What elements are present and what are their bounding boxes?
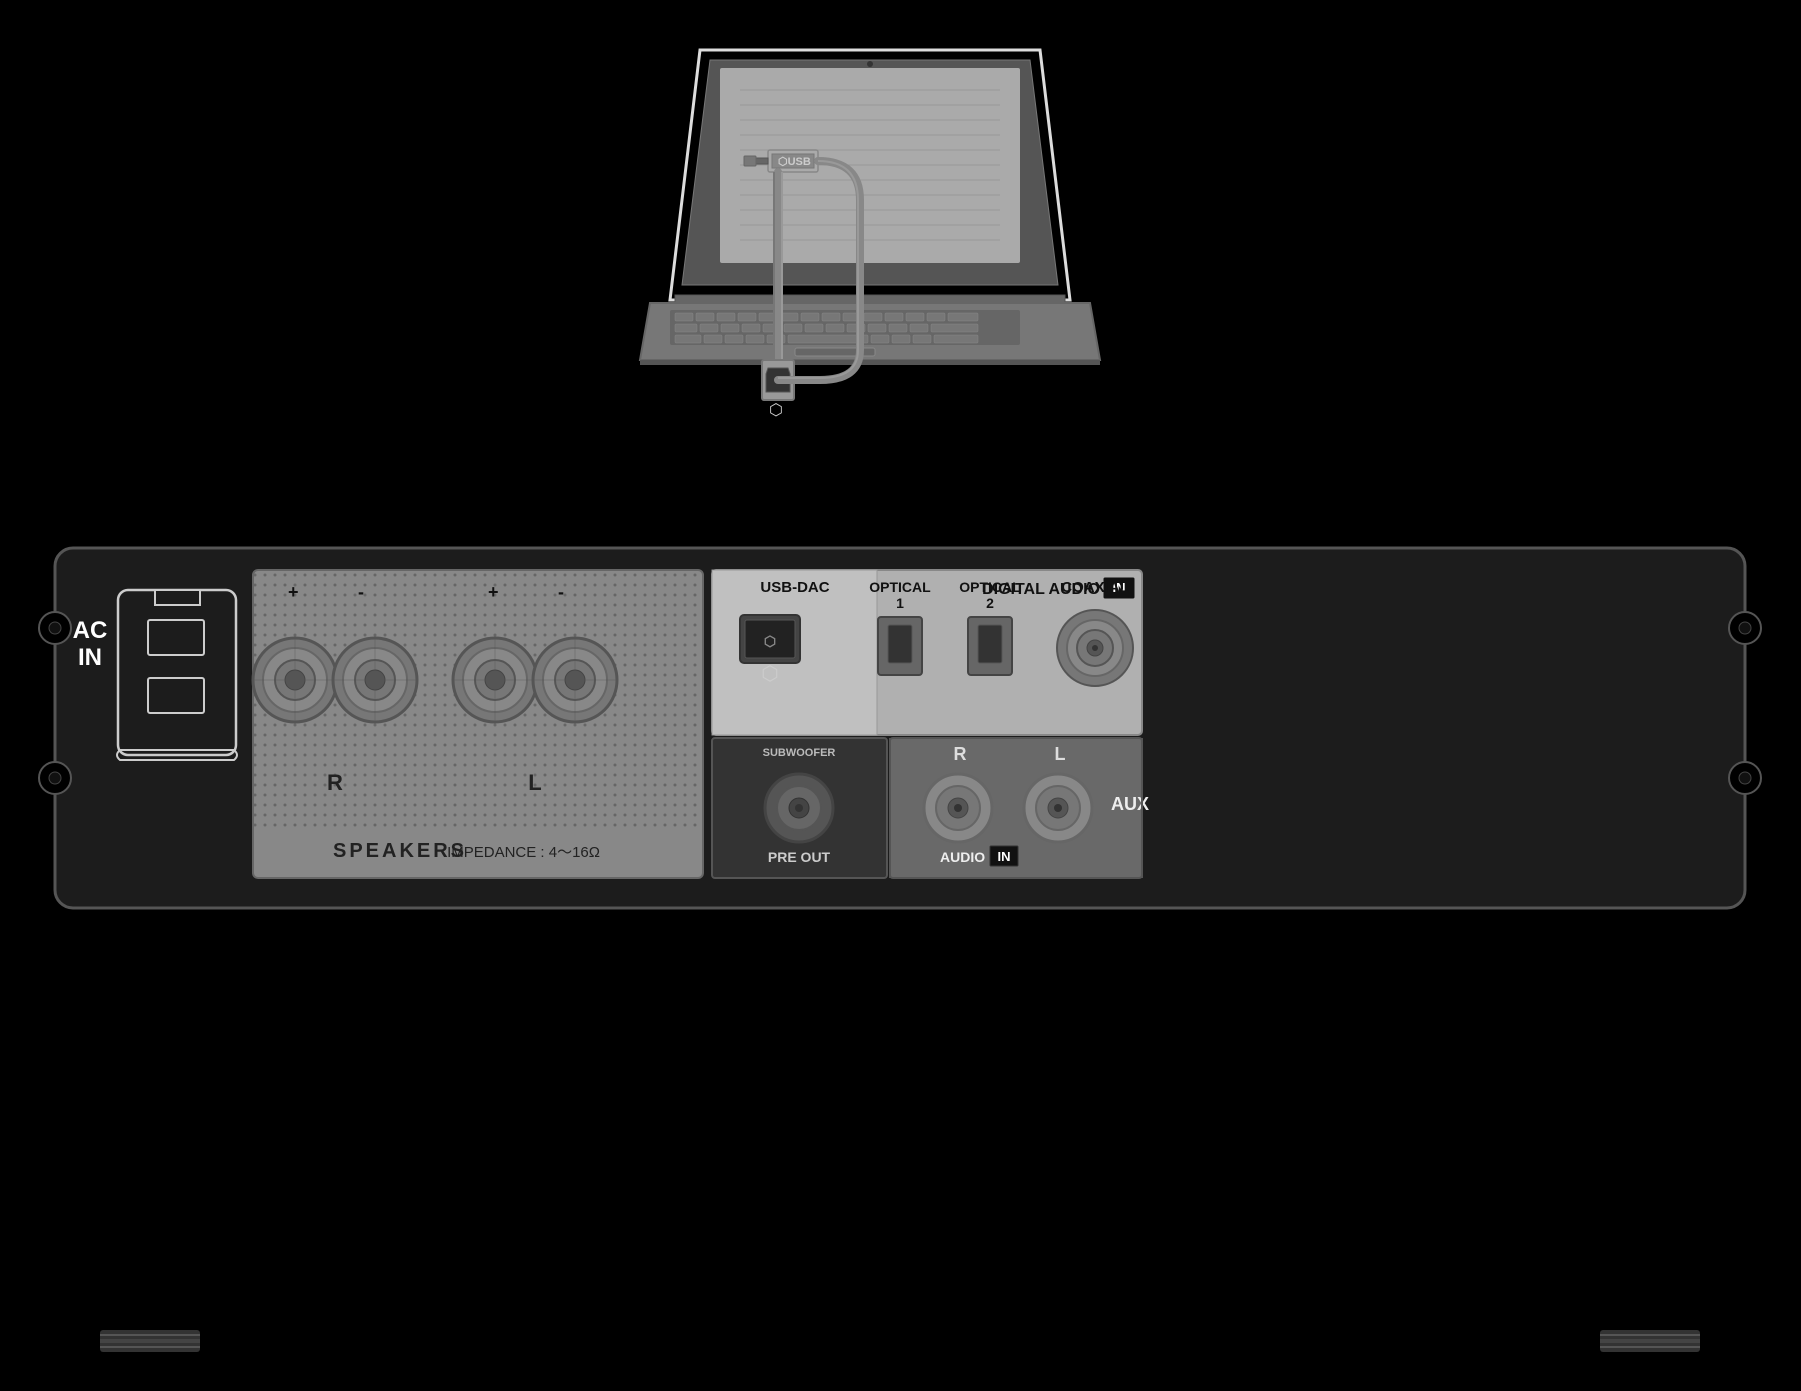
coaxial-label: COAXIAL xyxy=(1061,579,1129,596)
audio-in-badge: IN xyxy=(998,849,1011,864)
speaker-l-label: L xyxy=(528,770,541,795)
usb-dac-label: USB-DAC xyxy=(760,579,829,596)
speakers-section: + - + - R xyxy=(253,570,703,878)
optical2-label-line1: OPTICAL xyxy=(959,579,1021,595)
digital-audio-section: DIGITAL AUDIO IN USB-DAC ⬡ ⬡ OPTICAL 1 O… xyxy=(712,570,1142,735)
pre-out-section: SUBWOOFER PRE OUT xyxy=(712,738,887,878)
svg-text:⬡: ⬡ xyxy=(769,402,783,419)
pre-out-label: PRE OUT xyxy=(768,849,831,865)
laptop-illustration xyxy=(640,50,1100,365)
impedance-label: IMPEDANCE : 4～16Ω xyxy=(447,844,600,861)
ac-in-label: AC xyxy=(73,617,108,644)
svg-text:⬡: ⬡ xyxy=(761,663,778,685)
svg-text:⬡USB: ⬡USB xyxy=(778,156,811,168)
ac-in-label2: IN xyxy=(78,644,102,671)
main-diagram: ⬡USB ⬡ xyxy=(0,0,1801,1386)
speaker-r-label: R xyxy=(327,770,343,795)
audio-in-section: R L AUX AUDIO IN xyxy=(890,738,1149,878)
amplifier-unit: AC IN + - + - xyxy=(39,548,1761,908)
subwoofer-label: SUBWOOFER xyxy=(763,747,836,759)
plus-label-1: + xyxy=(288,582,299,602)
optical1-label-line1: OPTICAL xyxy=(869,579,931,595)
svg-text:⬡: ⬡ xyxy=(764,633,776,649)
optical2-label-line2: 2 xyxy=(986,595,994,611)
minus-label-2: - xyxy=(558,582,564,602)
r-label: R xyxy=(954,744,967,764)
l-label: L xyxy=(1055,744,1066,764)
audio-label: AUDIO xyxy=(940,849,985,865)
optical1-label-line2: 1 xyxy=(896,595,904,611)
minus-label-1: - xyxy=(358,582,364,602)
aux-label: AUX xyxy=(1111,794,1149,814)
plus-label-2: + xyxy=(488,582,499,602)
